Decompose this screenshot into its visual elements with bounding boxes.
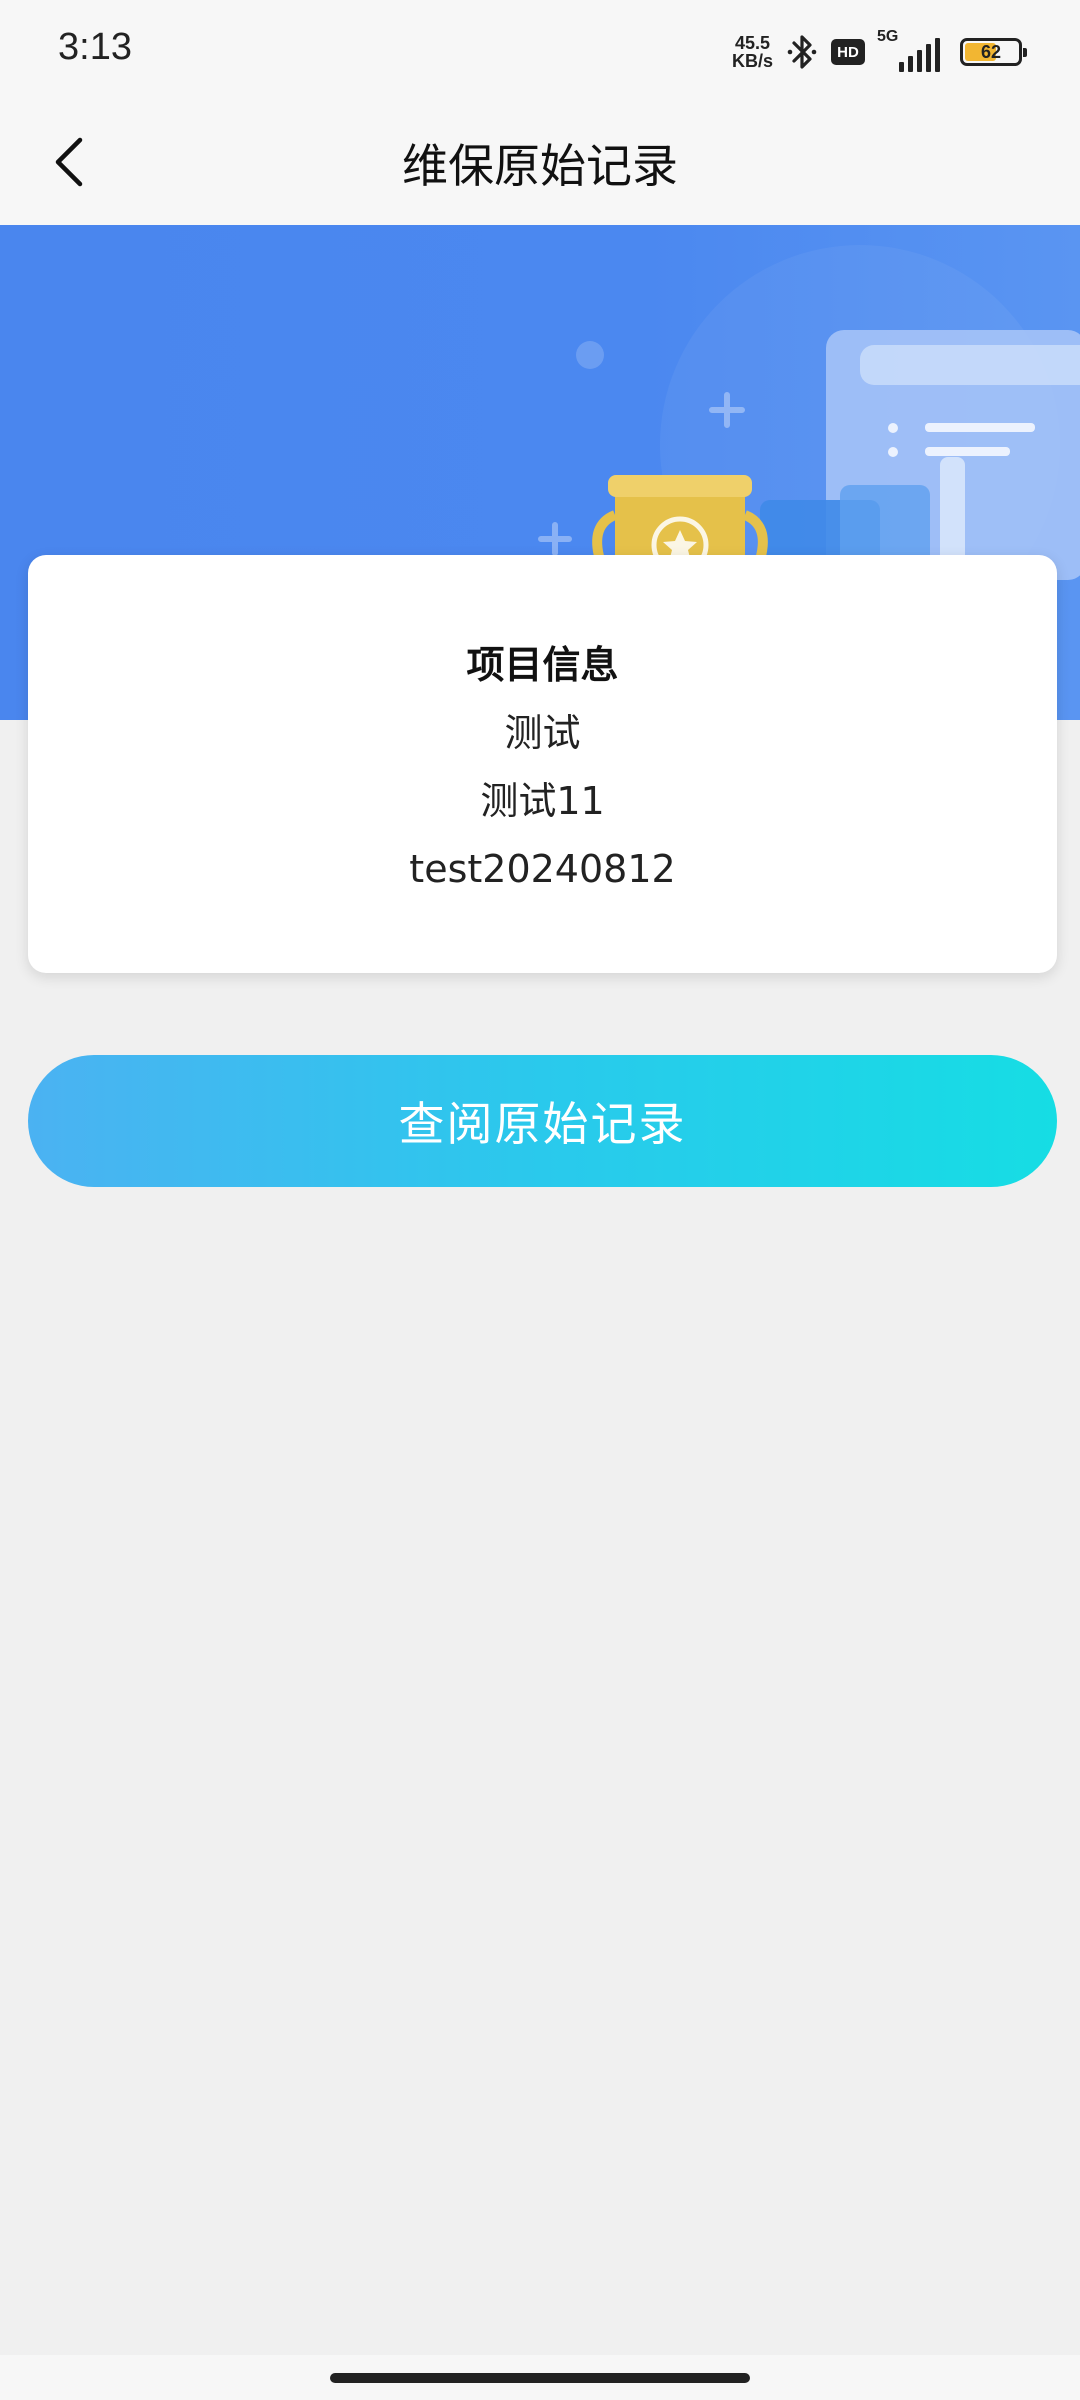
network-type-label: 5G (877, 28, 899, 45)
page-title: 维保原始记录 (402, 139, 678, 193)
network-speed-value: 45.5 (734, 33, 771, 53)
status-icons: 45.5 KB/s HD 5G 62 (732, 28, 1027, 76)
gesture-bar (0, 2355, 1080, 2400)
project-line-1: 测试 (504, 711, 581, 755)
status-time: 3:13 (58, 26, 132, 68)
network-speed-unit: KB/s (731, 51, 773, 71)
navigation-bar: 维保原始记录 (0, 100, 1080, 225)
network-speed: 45.5 KB/s (732, 34, 773, 70)
view-original-record-button[interactable]: 查阅原始记录 (28, 1055, 1057, 1187)
battery-level: 62 (980, 41, 1002, 62)
project-line-3: test20240812 (409, 847, 676, 891)
status-bar: 3:13 45.5 KB/s HD 5G 62 (0, 0, 1080, 100)
project-line-2: 测试11 (480, 779, 605, 823)
hd-voice-icon: HD (831, 39, 865, 65)
card-title: 项目信息 (466, 643, 619, 687)
cellular-signal-icon: 5G (877, 28, 940, 72)
bluetooth-icon (787, 35, 817, 69)
home-indicator[interactable] (330, 2373, 750, 2383)
battery-icon: 62 (960, 38, 1027, 66)
project-info-card: 项目信息 测试 测试11 test20240812 (28, 555, 1057, 973)
